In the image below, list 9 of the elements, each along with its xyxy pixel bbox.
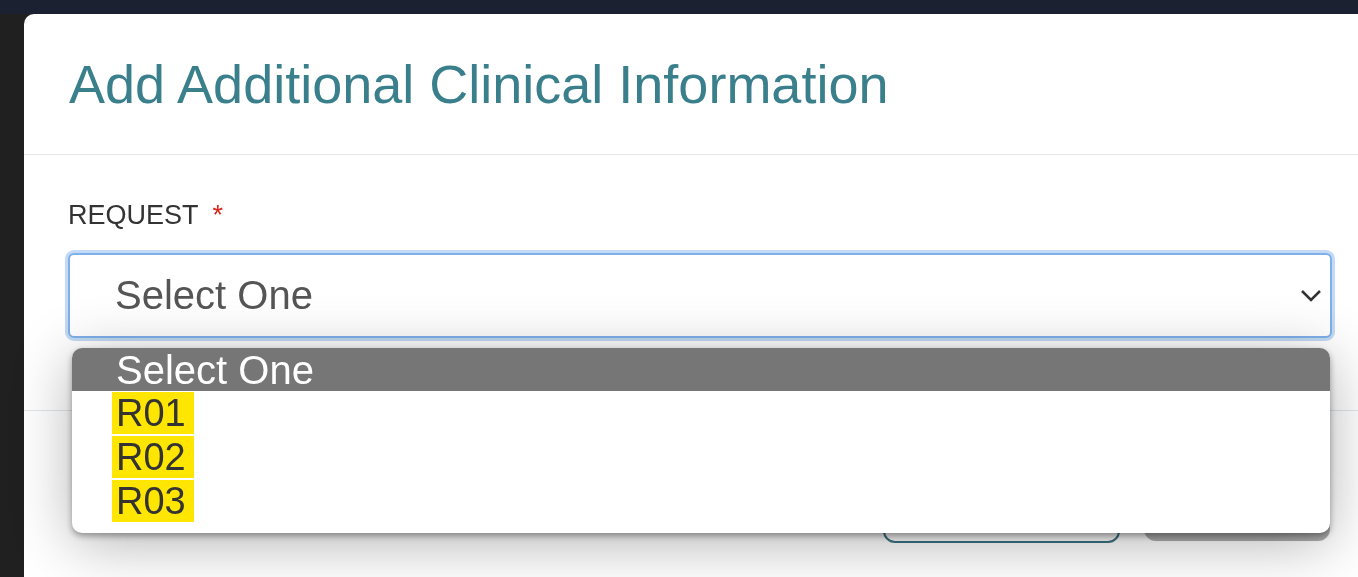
dropdown-option[interactable]: R01 <box>72 391 1330 435</box>
dropdown-option[interactable]: Select One <box>72 348 1330 391</box>
field-label: REQUEST <box>68 199 199 231</box>
dialog-title: Add Additional Clinical Information <box>69 53 889 115</box>
chevron-down-icon <box>1300 288 1322 303</box>
dropdown-option[interactable]: R02 <box>72 435 1330 479</box>
dropdown-option[interactable]: R03 <box>72 479 1330 523</box>
request-select[interactable]: Select One <box>68 253 1332 338</box>
required-mark: * <box>212 199 224 231</box>
